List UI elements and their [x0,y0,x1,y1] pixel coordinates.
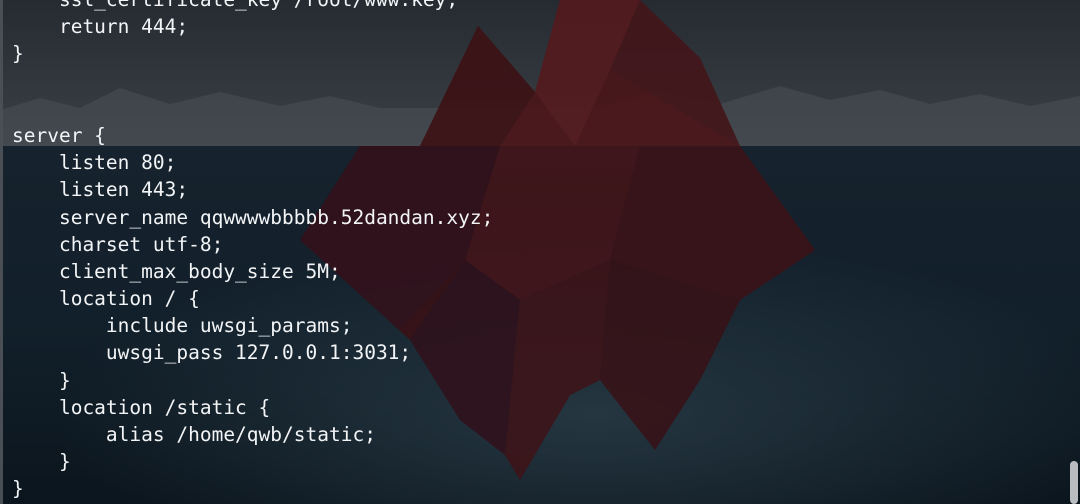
code-line: } [12,450,71,474]
code-line: uwsgi_pass 127.0.0.1:3031; [12,341,412,365]
code-line: } [12,368,71,392]
scrollbar-thumb[interactable] [1070,461,1078,504]
code-line: charset utf-8; [12,232,224,256]
code-line: listen 80; [12,151,177,175]
code-line: include uwsgi_params; [12,314,353,338]
code-line: return 444; [12,15,189,39]
code-line: ssl_certificate_key /root/www.key; [12,0,493,13]
code-line: server_name qqwwwwbbbbb.52dandan.xyz; [12,205,494,229]
code-line: client_max_body_size 5M; [12,259,341,283]
window-left-border [0,0,3,504]
code-line: } [12,42,24,66]
terminal-window[interactable]: ssl_certificate_key /root/www.key; retur… [0,0,1080,504]
terminal-output[interactable]: ssl_certificate_key /root/www.key; retur… [12,0,493,503]
code-line: alias /home/qwb/static; [12,423,376,446]
code-line: location /static { [12,395,271,419]
code-line: server { [12,123,106,147]
code-line: listen 443; [12,178,189,202]
code-line: location / { [12,287,200,311]
code-line: } [12,477,24,501]
